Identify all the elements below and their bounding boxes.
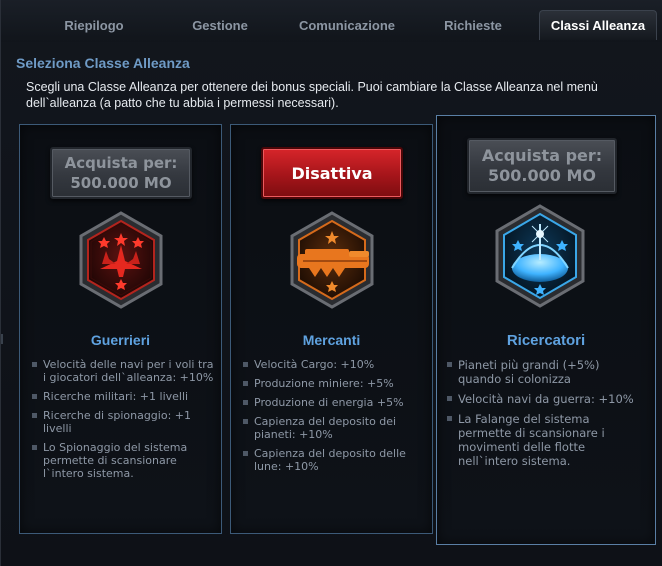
bullet-icon xyxy=(447,416,452,421)
deactivate-button-label: Disattiva xyxy=(291,163,373,183)
class-card-guerrieri: Acquista per: 500.000 MO Guerrieri Veloc xyxy=(19,124,222,534)
bullet-icon xyxy=(243,400,248,405)
buy-button[interactable]: Acquista per: 500.000 MO xyxy=(467,138,617,194)
bonus-text: Ricerche di spionaggio: +1 livelli xyxy=(43,409,191,435)
deactivate-button[interactable]: Disattiva xyxy=(261,147,403,199)
bullet-icon xyxy=(243,362,248,367)
bonus-text: Produzione di energia +5% xyxy=(254,396,404,409)
bonus-text: Lo Spionaggio del sistema permette di sc… xyxy=(43,441,188,480)
tab-gestione[interactable]: Gestione xyxy=(161,10,279,40)
tab-comunicazione[interactable]: Comunicazione xyxy=(283,10,411,40)
trader-emblem-icon xyxy=(290,211,374,309)
bullet-icon xyxy=(447,362,452,367)
tab-riepilogo[interactable]: Riepilogo xyxy=(31,10,157,40)
class-card-mercanti: Disattiva Mercanti Velocità Cargo: +10% … xyxy=(230,124,433,534)
tab-label: Comunicazione xyxy=(298,17,396,33)
bullet-icon xyxy=(32,362,37,367)
tab-richieste[interactable]: Richieste xyxy=(415,10,531,40)
bonus-list: Velocità delle navi per i voli tra i gio… xyxy=(30,358,216,486)
bonus-text: Velocità Cargo: +10% xyxy=(254,358,375,371)
buy-button-price: 500.000 MO xyxy=(488,166,596,185)
bullet-icon xyxy=(243,381,248,386)
section-title: Seleziona Classe Alleanza xyxy=(16,55,190,71)
list-item: Ricerche militari: +1 livelli xyxy=(30,390,216,403)
tab-label: Classi Alleanza xyxy=(550,18,646,33)
bullet-icon xyxy=(243,419,248,424)
list-item: Velocità navi da guerra: +10% xyxy=(445,392,645,406)
tab-classi-alleanza[interactable]: Classi Alleanza xyxy=(539,10,657,40)
buy-button-label: Acquista per: xyxy=(64,154,178,172)
warrior-emblem-icon xyxy=(79,211,163,309)
list-item: Produzione miniere: +5% xyxy=(241,377,427,390)
bonus-text: Velocità navi da guerra: +10% xyxy=(458,392,634,406)
tab-label: Richieste xyxy=(444,17,502,33)
class-name: Mercanti xyxy=(302,332,361,348)
buy-button[interactable]: Acquista per: 500.000 MO xyxy=(50,147,192,199)
list-item: La Falange del sistema permette di scans… xyxy=(445,412,645,468)
list-item: Lo Spionaggio del sistema permette di sc… xyxy=(30,441,216,480)
list-item: Velocità delle navi per i voli tra i gio… xyxy=(30,358,216,384)
list-item: Velocità Cargo: +10% xyxy=(241,358,427,371)
bonus-text: Velocità delle navi per i voli tra i gio… xyxy=(43,358,214,384)
list-item: Capienza del deposito delle lune: +10% xyxy=(241,447,427,473)
bullet-icon xyxy=(32,413,37,418)
tab-label: Riepilogo xyxy=(64,17,124,33)
bullet-icon xyxy=(447,396,452,401)
researcher-emblem-icon xyxy=(495,204,585,308)
bonus-text: La Falange del sistema permette di scans… xyxy=(458,412,605,468)
bonus-text: Pianeti più grandi (+5%) quando si colon… xyxy=(458,358,600,386)
class-name: Guerrieri xyxy=(90,332,151,348)
intro-text: Scegli una Classe Alleanza per ottenere … xyxy=(26,80,598,110)
bonus-text: Ricerche militari: +1 livelli xyxy=(43,390,189,403)
bonus-list: Pianeti più grandi (+5%) quando si colon… xyxy=(445,358,645,474)
list-item: Produzione di energia +5% xyxy=(241,396,427,409)
alliance-panel: Riepilogo Gestione Comunicazione Richies… xyxy=(0,0,662,566)
buy-button-label: Acquista per: xyxy=(481,146,603,165)
list-item: Capienza del deposito dei pianeti: +10% xyxy=(241,415,427,441)
class-card-ricercatori: Acquista per: 500.000 MO Ricercatori Pia… xyxy=(436,115,656,545)
bonus-text: Produzione miniere: +5% xyxy=(254,377,394,390)
list-item: Ricerche di spionaggio: +1 livelli xyxy=(30,409,216,435)
bonus-text: Capienza del deposito delle lune: +10% xyxy=(254,447,406,473)
buy-button-price: 500.000 MO xyxy=(70,174,172,192)
bonus-text: Capienza del deposito dei pianeti: +10% xyxy=(254,415,397,441)
bullet-icon xyxy=(32,394,37,399)
bullet-icon xyxy=(32,445,37,450)
tab-label: Gestione xyxy=(192,17,248,33)
side-marker xyxy=(1,334,3,344)
bonus-list: Velocità Cargo: +10% Produzione miniere:… xyxy=(241,358,427,479)
bullet-icon xyxy=(243,451,248,456)
tab-bar: Riepilogo Gestione Comunicazione Richies… xyxy=(1,0,662,42)
class-name: Ricercatori xyxy=(506,332,586,349)
list-item: Pianeti più grandi (+5%) quando si colon… xyxy=(445,358,645,386)
